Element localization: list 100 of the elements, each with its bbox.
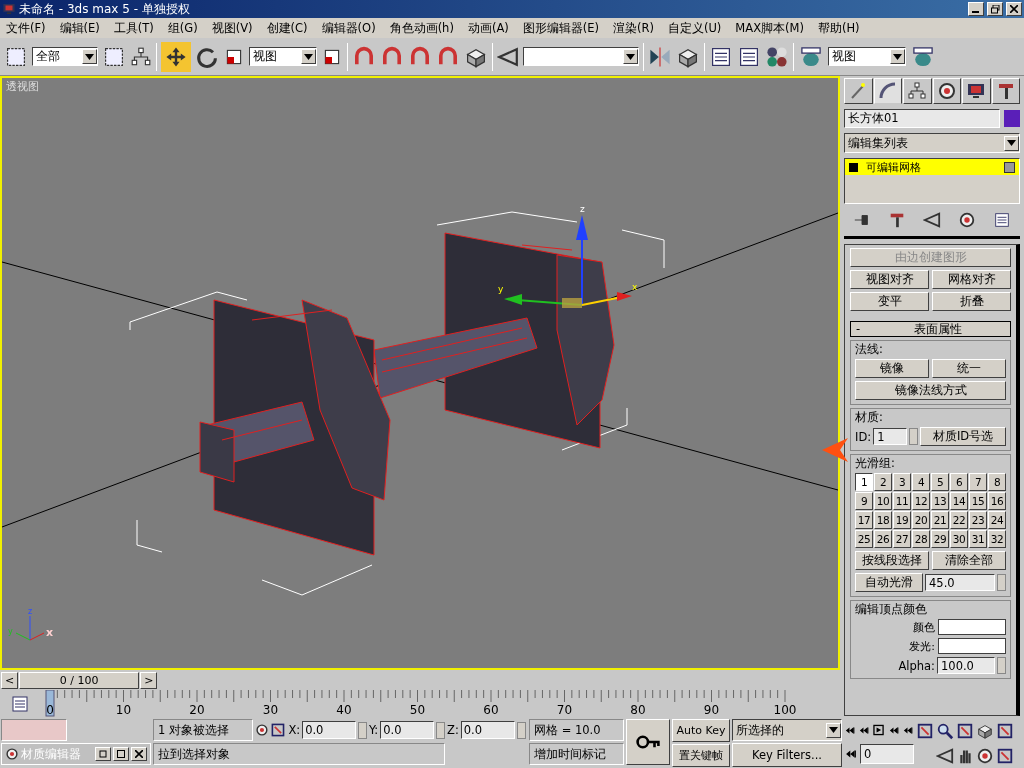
smoothing-group-button[interactable]: 15 (969, 492, 987, 510)
smoothing-group-button[interactable]: 28 (912, 530, 930, 548)
play-icon[interactable] (872, 722, 886, 738)
set-key-mode-button[interactable]: 置关键帧 (672, 744, 730, 767)
set-key-button[interactable] (626, 719, 670, 765)
panel-tab[interactable] (991, 78, 1020, 104)
dropdown-arrow-icon[interactable] (829, 727, 838, 733)
smoothing-group-button[interactable]: 4 (912, 473, 930, 491)
menu-item[interactable]: 视图(V) (211, 20, 253, 36)
smoothing-group-button[interactable]: 9 (855, 492, 873, 510)
menu-item[interactable]: 文件(F) (6, 20, 46, 36)
smoothing-group-button[interactable]: 18 (874, 511, 892, 529)
named-selection-dropdown[interactable] (523, 47, 639, 66)
spheres-icon[interactable] (765, 44, 789, 69)
menu-item[interactable]: 帮助(H) (817, 20, 860, 36)
minimize-button[interactable] (968, 2, 984, 16)
smoothing-group-button[interactable]: 24 (988, 511, 1006, 529)
mirror-icon[interactable] (648, 44, 672, 69)
viewport[interactable]: z y x z y x 透视图 (0, 76, 840, 670)
z-field[interactable]: 0.0 (460, 721, 515, 739)
dropdown-arrow-icon[interactable] (626, 53, 635, 60)
color-field[interactable] (938, 619, 1006, 635)
smoothing-group-button[interactable]: 10 (874, 492, 892, 510)
move-tool[interactable] (161, 41, 191, 72)
smoothing-group-button[interactable]: 23 (969, 511, 987, 529)
panel-tab[interactable] (844, 78, 873, 104)
close-button[interactable] (1006, 2, 1022, 16)
threshold-field[interactable]: 45.0 (925, 574, 995, 591)
smoothing-group-button[interactable]: 12 (912, 492, 930, 510)
dropdown-arrow-icon[interactable] (1007, 140, 1016, 146)
rollout-header[interactable]: - 表面属性 (850, 321, 1011, 337)
menu-item[interactable]: 自定义(U) (667, 20, 722, 36)
menu-item[interactable]: 图形编辑器(E) (522, 20, 599, 36)
alpha-field[interactable]: 100.0 (937, 657, 995, 674)
smoothing-group-button[interactable]: 30 (950, 530, 968, 548)
panel-tab[interactable] (962, 78, 991, 104)
smoothing-group-button[interactable]: 1 (855, 473, 873, 491)
absolute-mode-icon[interactable] (270, 722, 287, 738)
menu-item[interactable]: 编辑(E) (59, 20, 100, 36)
normal-button[interactable]: 统一 (932, 359, 1006, 378)
smoothing-group-button[interactable]: 31 (969, 530, 987, 548)
timeline-ruler[interactable]: 0 10 20 30 40 50 60 70 80 90 100 (40, 690, 830, 718)
stack-item[interactable]: 可编辑网格 (845, 159, 1019, 175)
panel-tab[interactable] (932, 78, 961, 104)
menu-item[interactable]: 创建(C) (266, 20, 308, 36)
modifier-list-dropdown[interactable]: 编辑集列表 (844, 133, 1020, 153)
object-name-field[interactable]: 长方体01 (844, 109, 1000, 128)
align-button[interactable]: 视图对齐 (850, 270, 929, 289)
smoothing-group-button[interactable]: 8 (988, 473, 1006, 491)
menu-item[interactable]: MAX脚本(M) (735, 20, 804, 36)
x-field[interactable]: 0.0 (302, 721, 356, 739)
smoothing-group-button[interactable]: 17 (855, 511, 873, 529)
smoothing-group-button[interactable]: 27 (893, 530, 911, 548)
close-button[interactable] (131, 747, 147, 761)
restore-icon[interactable] (99, 750, 107, 758)
smoothing-group-button[interactable]: 14 (950, 492, 968, 510)
maximize-icon[interactable] (117, 750, 125, 758)
smoothing-group-button[interactable]: 16 (988, 492, 1006, 510)
close-icon[interactable] (135, 750, 143, 758)
panel-tab[interactable] (903, 78, 932, 104)
dropdown-arrow-icon[interactable] (893, 53, 902, 60)
current-frame-field[interactable]: 0 (860, 744, 914, 764)
smoothing-group-button[interactable]: 25 (855, 530, 873, 548)
menu-item[interactable]: 编辑器(O) (321, 20, 376, 36)
coordinate-system-dropdown[interactable]: 视图 (249, 47, 317, 66)
panel-tab[interactable] (873, 78, 902, 104)
smoothing-group-button[interactable]: 21 (931, 511, 949, 529)
key-mode-dropdown[interactable]: 所选择的 (732, 719, 842, 741)
material-id-field[interactable]: 1 (873, 428, 908, 445)
menu-item[interactable]: 动画(A) (467, 20, 509, 36)
normal-button[interactable]: 镜像 (855, 359, 929, 378)
object-color-swatch[interactable] (1004, 110, 1020, 127)
y-field[interactable]: 0.0 (380, 721, 434, 739)
smoothing-group-button[interactable]: 3 (893, 473, 911, 491)
smoothing-group-button[interactable]: 7 (969, 473, 987, 491)
smoothing-group-button[interactable]: 32 (988, 530, 1006, 548)
listener-field[interactable] (1, 719, 67, 741)
dropdown-arrow-icon[interactable] (304, 53, 313, 60)
smoothing-group-button[interactable]: 2 (874, 473, 892, 491)
mesh-button[interactable]: 折叠 (932, 292, 1011, 311)
smoothing-group-button[interactable]: 20 (912, 511, 930, 529)
normal-button[interactable]: 镜像法线方式 (855, 381, 1006, 400)
smoothing-group-button[interactable]: 19 (893, 511, 911, 529)
previous-frame-button[interactable]: < (1, 671, 19, 689)
select-id-button[interactable]: 材质ID号选 (920, 427, 1006, 446)
configure-icon[interactable] (993, 210, 1012, 229)
color-field[interactable] (938, 638, 1006, 654)
smoothing-group-button[interactable]: 6 (950, 473, 968, 491)
mesh-button[interactable]: 变平 (850, 292, 929, 311)
menu-item[interactable]: 渲染(R) (613, 20, 654, 36)
menu-item[interactable]: 组(G) (167, 20, 198, 36)
restore-button[interactable] (95, 747, 111, 761)
align-button[interactable]: 网格对齐 (932, 270, 1011, 289)
key-filters-button[interactable]: Key Filters... (732, 743, 842, 767)
maximize-button[interactable] (113, 747, 129, 761)
smoothing-group-button[interactable]: 29 (931, 530, 949, 548)
selection-filter-dropdown[interactable]: 全部 (32, 47, 98, 66)
smoothing-group-button[interactable]: 22 (950, 511, 968, 529)
smoothing-group-button[interactable]: 11 (893, 492, 911, 510)
smoothing-group-button[interactable]: 26 (874, 530, 892, 548)
